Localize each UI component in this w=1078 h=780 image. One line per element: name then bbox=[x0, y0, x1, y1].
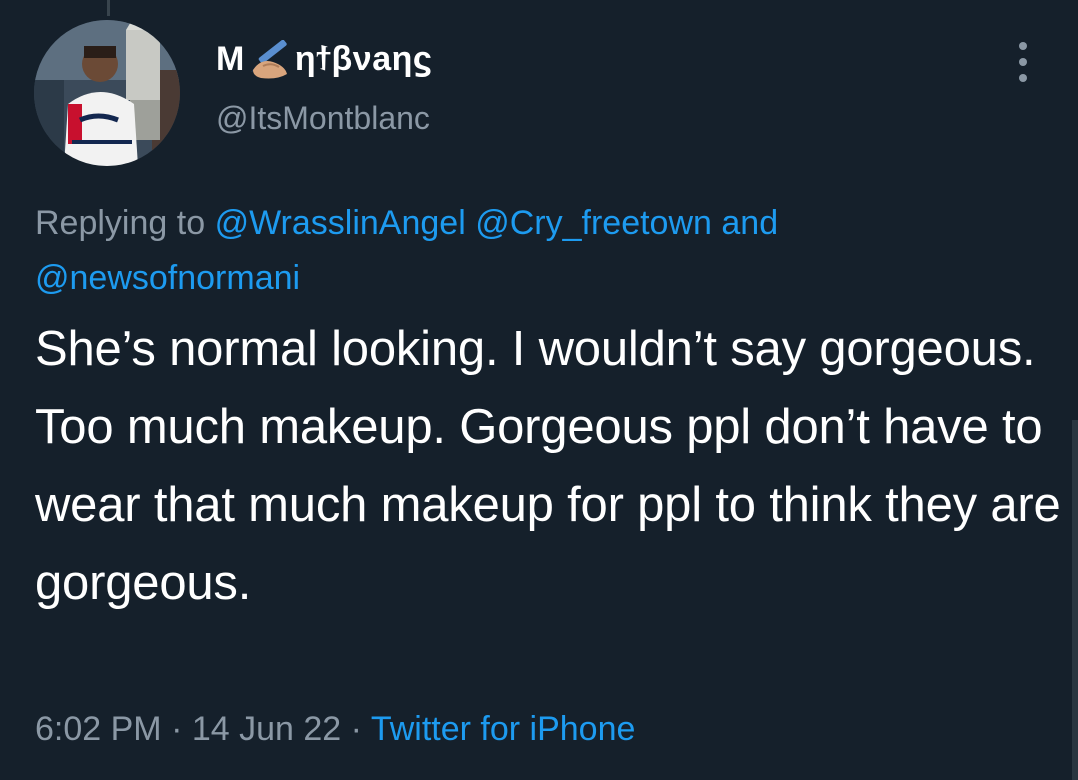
more-dot-icon bbox=[1019, 74, 1027, 82]
more-dot-icon bbox=[1019, 58, 1027, 66]
more-options-button[interactable] bbox=[1008, 40, 1038, 84]
reply-others-link[interactable]: and bbox=[721, 204, 778, 242]
tweet-metadata: 6:02 PM · 14 Jun 22 · Twitter for iPhone bbox=[35, 710, 635, 749]
mention-link-cry-freetown[interactable]: @Cry_freetown bbox=[475, 204, 712, 242]
meta-separator: · bbox=[350, 710, 362, 748]
tweet-date[interactable]: 14 Jun 22 bbox=[192, 710, 341, 748]
tweet-time[interactable]: 6:02 PM bbox=[35, 710, 162, 748]
display-name[interactable]: M ηϯβνаηϛ bbox=[216, 39, 433, 80]
tweet-source-link[interactable]: Twitter for iPhone bbox=[371, 710, 636, 748]
user-handle[interactable]: @ItsMontblanc bbox=[216, 100, 430, 137]
scrollbar-track[interactable] bbox=[1072, 420, 1078, 780]
avatar[interactable] bbox=[34, 20, 180, 166]
thread-connector-line bbox=[107, 0, 110, 16]
tweet-text: She’s normal looking. I wouldn’t say gor… bbox=[35, 322, 1061, 610]
meta-separator: · bbox=[171, 710, 183, 748]
mention-link-wrasslinangel[interactable]: @WrasslinAngel bbox=[215, 204, 466, 242]
replying-to-label: Replying to bbox=[35, 204, 206, 242]
more-dot-icon bbox=[1019, 42, 1027, 50]
profile-avatar-image bbox=[34, 20, 180, 166]
writing-hand-icon bbox=[247, 39, 293, 80]
mention-link-newsofnormani[interactable]: @newsofnormani bbox=[35, 259, 300, 297]
display-name-prefix: M bbox=[216, 40, 245, 78]
display-name-suffix: ηϯβνаηϛ bbox=[294, 40, 433, 78]
replying-to-line: Replying to @WrasslinAngel @Cry_freetown… bbox=[35, 196, 1035, 306]
